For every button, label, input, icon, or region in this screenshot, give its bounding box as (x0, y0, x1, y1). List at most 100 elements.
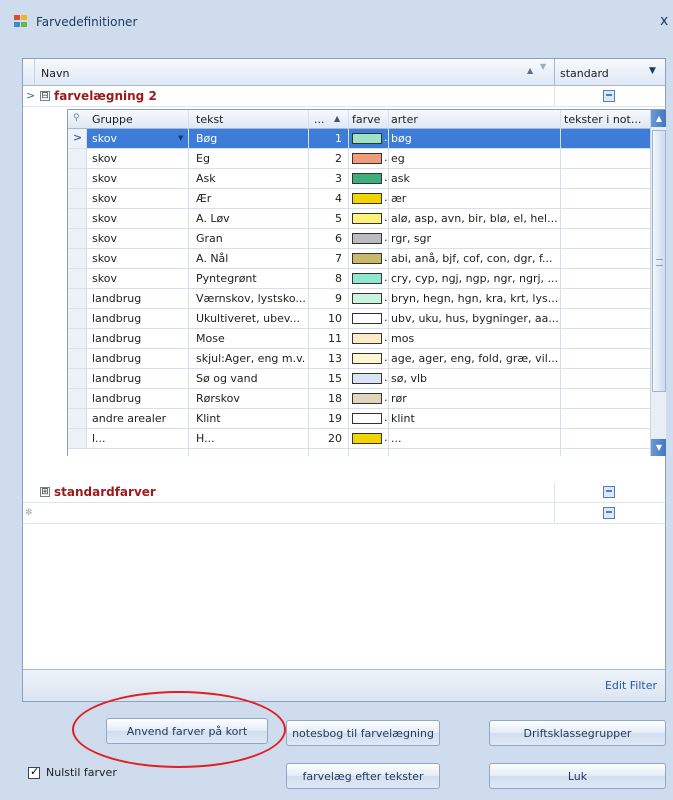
color-swatch[interactable] (352, 353, 382, 364)
table-row[interactable]: landbrug Mose 11 mos. (68, 329, 650, 349)
column-header-tekst[interactable]: tekst (196, 113, 224, 126)
dropdown-icon[interactable]: ▼ (178, 134, 183, 142)
cell-arter[interactable]: ... (391, 432, 561, 445)
cell-tekst[interactable]: Ukultiveret, ubev... (196, 312, 308, 325)
cell-tekst[interactable]: Klint (196, 412, 308, 425)
cell-tekst[interactable]: A. Nål (196, 252, 308, 265)
color-swatch[interactable] (352, 393, 382, 404)
cell-gruppe[interactable]: landbrug (92, 332, 188, 345)
cell-nr[interactable]: 13 (306, 352, 342, 365)
cell-gruppe[interactable]: landbrug (92, 372, 188, 385)
table-row[interactable]: skov A. Nål 7 abi, anå, bjf, cof, con, dgr,… (68, 249, 650, 269)
cell-nr[interactable]: 6 (306, 232, 342, 245)
table-row[interactable]: landbrug skjul:Ager, eng m.v. 13 age, ager,… (68, 349, 650, 369)
cell-tekst[interactable]: Gran (196, 232, 308, 245)
table-row[interactable]: skov Ær 4 ær. (68, 189, 650, 209)
color-swatch[interactable] (352, 333, 382, 344)
swatch-dots[interactable]: . (384, 331, 388, 344)
cell-nr[interactable]: 8 (306, 272, 342, 285)
standard-checkbox[interactable] (603, 90, 615, 102)
swatch-dots[interactable]: . (384, 211, 388, 224)
row-indicator[interactable] (68, 309, 87, 328)
reset-colors-checkbox[interactable]: ✓ (28, 766, 40, 779)
row-indicator[interactable] (68, 209, 87, 228)
row-indicator[interactable] (68, 349, 87, 368)
swatch-dots[interactable]: . (384, 351, 388, 364)
cell-gruppe[interactable]: skov (92, 272, 188, 285)
column-header-farve[interactable]: farve (352, 113, 380, 126)
vertical-scrollbar[interactable]: ▲ ▼ (650, 110, 666, 456)
collapse-icon[interactable]: ⊟ (40, 91, 50, 101)
swatch-dots[interactable]: . (384, 251, 388, 264)
cell-arter[interactable]: rør (391, 392, 561, 405)
cell-tekst[interactable]: Bøg (196, 132, 308, 145)
group-row-standardfarver[interactable]: ⊞ standardfarver (23, 482, 665, 503)
column-header-arter[interactable]: arter (391, 113, 418, 126)
row-indicator[interactable] (68, 429, 87, 448)
close-icon[interactable]: x (660, 13, 668, 29)
cell-nr[interactable]: 9 (306, 292, 342, 305)
standard-checkbox[interactable] (603, 507, 615, 519)
cell-gruppe[interactable]: skov (92, 152, 188, 165)
swatch-dots[interactable]: . (384, 371, 388, 384)
cell-arter[interactable]: mos (391, 332, 561, 345)
cell-nr[interactable]: 10 (306, 312, 342, 325)
cell-gruppe[interactable]: andre arealer (92, 412, 188, 425)
cell-nr[interactable]: 7 (306, 252, 342, 265)
cell-arter[interactable]: eg (391, 152, 561, 165)
cell-gruppe[interactable]: landbrug (92, 292, 188, 305)
swatch-dots[interactable]: . (384, 391, 388, 404)
column-header-gruppe[interactable]: Gruppe (92, 113, 133, 126)
cell-arter[interactable]: ask (391, 172, 561, 185)
cell-gruppe[interactable]: skov (92, 212, 188, 225)
cell-arter[interactable]: klint (391, 412, 561, 425)
cell-arter[interactable]: sø, vlb (391, 372, 561, 385)
cell-nr[interactable]: 2 (306, 152, 342, 165)
operating-class-groups-button[interactable]: Driftsklassegrupper (489, 720, 666, 746)
cell-nr[interactable]: 5 (306, 212, 342, 225)
cell-gruppe[interactable]: skov (92, 252, 188, 265)
cell-gruppe[interactable]: landbrug (92, 352, 188, 365)
cell-gruppe[interactable]: l... (92, 432, 188, 445)
column-header-navn[interactable]: Navn (41, 67, 69, 80)
table-row[interactable]: landbrug Ukultiveret, ubev... 10 ubv, uku, … (68, 309, 650, 329)
color-swatch[interactable] (352, 233, 382, 244)
cell-arter[interactable]: abi, anå, bjf, cof, con, dgr, f... (391, 252, 561, 265)
table-row[interactable]: > skov Bøg 1 bøg ▼. (68, 129, 650, 149)
column-header-nr[interactable]: ... (314, 113, 325, 126)
cell-gruppe[interactable]: skov (92, 172, 188, 185)
scroll-thumb[interactable] (652, 130, 666, 392)
cell-tekst[interactable]: Sø og vand (196, 372, 308, 385)
color-swatch[interactable] (352, 153, 382, 164)
swatch-dots[interactable]: . (384, 311, 388, 324)
row-indicator[interactable] (68, 169, 87, 188)
swatch-dots[interactable]: . (384, 131, 388, 144)
cell-tekst[interactable]: H... (196, 432, 308, 445)
cell-nr[interactable]: 15 (306, 372, 342, 385)
cell-gruppe[interactable]: skov (92, 132, 188, 145)
color-swatch[interactable] (352, 173, 382, 184)
filter-icon[interactable]: ▼ (540, 62, 546, 71)
cell-arter[interactable]: ær (391, 192, 561, 205)
color-swatch[interactable] (352, 433, 382, 444)
row-indicator[interactable] (68, 369, 87, 388)
row-indicator[interactable] (68, 149, 87, 168)
dropdown-icon[interactable]: ▼ (649, 66, 656, 76)
table-row[interactable]: skov A. Løv 5 alø, asp, avn, bir, blø, el, … (68, 209, 650, 229)
color-swatch[interactable] (352, 133, 382, 144)
color-swatch[interactable] (352, 413, 382, 424)
search-icon[interactable]: ⚲ (73, 113, 80, 123)
cell-gruppe[interactable]: skov (92, 192, 188, 205)
color-swatch[interactable] (352, 213, 382, 224)
swatch-dots[interactable]: . (384, 231, 388, 244)
cell-arter[interactable]: bøg (391, 132, 561, 145)
row-indicator[interactable]: > (68, 129, 87, 148)
table-row[interactable]: andre arealer Klint 19 klint. (68, 409, 650, 429)
row-indicator[interactable] (68, 409, 87, 428)
notebook-coloring-button[interactable]: notesbog til farvelægning (286, 720, 440, 746)
cell-tekst[interactable]: A. Løv (196, 212, 308, 225)
table-row[interactable]: skov Pyntegrønt 8 cry, cyp, ngj, ngp, ngr, … (68, 269, 650, 289)
group-row-farvelaegning-2[interactable]: > ⊟ farvelægning 2 (23, 86, 665, 107)
cell-tekst[interactable]: Pyntegrønt (196, 272, 308, 285)
table-row[interactable]: l... H... 20.... (68, 429, 650, 449)
